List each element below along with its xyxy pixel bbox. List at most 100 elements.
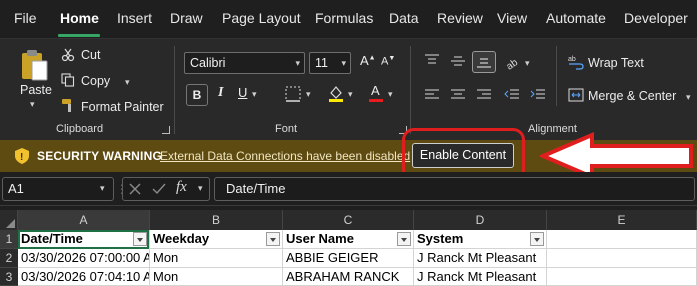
- align-top-icon[interactable]: [424, 54, 440, 68]
- enter-check-icon[interactable]: [152, 182, 166, 196]
- wrap-text-button[interactable]: Wrap Text: [588, 56, 644, 70]
- tab-view[interactable]: View: [497, 10, 527, 26]
- scissors-icon[interactable]: [61, 48, 75, 62]
- font-size-value: 11: [315, 56, 328, 70]
- decrease-font-size-icon[interactable]: A▼: [381, 55, 395, 68]
- format-painter-button[interactable]: Format Painter: [81, 100, 164, 114]
- table-cell[interactable]: ABRAHAM RANCK: [283, 268, 414, 286]
- paste-chevron-down-icon[interactable]: ▾: [30, 99, 35, 110]
- column-header-d[interactable]: D: [414, 210, 547, 230]
- svg-text:ab: ab: [505, 57, 521, 70]
- security-warning-link[interactable]: External Data Connections have been disa…: [160, 149, 410, 163]
- row-header-3[interactable]: 3: [0, 268, 18, 286]
- ribbon-separator: [174, 46, 175, 134]
- copy-button[interactable]: Copy: [81, 74, 110, 88]
- merge-center-chevron-down-icon[interactable]: ▾: [686, 92, 691, 103]
- font-size-combo[interactable]: 11 ▾: [309, 52, 351, 74]
- tab-review[interactable]: Review: [437, 10, 483, 26]
- row-header-2[interactable]: 2: [0, 249, 18, 268]
- font-color-icon[interactable]: A: [371, 83, 380, 98]
- align-left-icon[interactable]: [424, 88, 440, 102]
- table-cell[interactable]: 03/30/2026 07:04:10 A: [18, 268, 150, 286]
- menu-bar: File Home Insert Draw Page Layout Formul…: [0, 0, 697, 38]
- borders-chevron-down-icon[interactable]: ▾: [306, 89, 311, 100]
- row-header-1[interactable]: 1: [0, 230, 18, 249]
- cut-button[interactable]: Cut: [81, 48, 100, 62]
- column-header-e[interactable]: E: [547, 210, 697, 230]
- selected-cell-outline: [18, 230, 149, 249]
- insert-function-icon[interactable]: fx: [176, 179, 187, 196]
- underline-chevron-down-icon[interactable]: ▾: [252, 89, 257, 100]
- paste-icon[interactable]: [20, 48, 50, 82]
- tab-developer[interactable]: Developer: [624, 10, 688, 26]
- copy-chevron-down-icon[interactable]: ▾: [125, 77, 130, 88]
- font-name-combo[interactable]: Calibri ▾: [184, 52, 305, 74]
- align-center-icon[interactable]: [450, 88, 466, 102]
- empty-cell[interactable]: [547, 268, 697, 286]
- table-cell[interactable]: ABBIE GEIGER: [283, 249, 414, 268]
- align-bottom-button[interactable]: [472, 51, 496, 73]
- active-tab-indicator: [58, 34, 100, 37]
- formula-input[interactable]: [214, 177, 695, 201]
- fill-color-icon[interactable]: [327, 84, 345, 102]
- name-box-value: A1: [8, 181, 24, 196]
- borders-icon[interactable]: [285, 86, 303, 102]
- column-header-a[interactable]: A: [18, 210, 150, 230]
- format-painter-icon[interactable]: [61, 98, 76, 113]
- merge-center-button[interactable]: Merge & Center: [588, 89, 676, 103]
- font-color-swatch: [369, 99, 383, 102]
- increase-font-size-icon[interactable]: A▲: [360, 53, 376, 68]
- increase-indent-icon[interactable]: [530, 88, 546, 102]
- tab-insert[interactable]: Insert: [117, 10, 152, 26]
- decrease-indent-icon[interactable]: [504, 88, 520, 102]
- tab-automate[interactable]: Automate: [546, 10, 606, 26]
- merge-center-icon[interactable]: [568, 88, 584, 102]
- security-warning-title: SECURITY WARNING: [37, 149, 162, 163]
- table-header-cell[interactable]: Weekday: [150, 230, 283, 249]
- tab-file[interactable]: File: [14, 10, 37, 26]
- align-middle-icon[interactable]: [450, 54, 466, 68]
- copy-icon[interactable]: [61, 73, 75, 87]
- column-header-b[interactable]: B: [150, 210, 283, 230]
- tab-data[interactable]: Data: [389, 10, 419, 26]
- font-color-chevron-down-icon[interactable]: ▾: [388, 89, 393, 100]
- table-header-cell[interactable]: User Name: [283, 230, 414, 249]
- table-cell[interactable]: J Ranck Mt Pleasant: [414, 268, 547, 286]
- filter-dropdown-icon[interactable]: [397, 232, 411, 246]
- orientation-icon[interactable]: ab: [504, 54, 522, 70]
- tab-page-layout[interactable]: Page Layout: [222, 10, 301, 26]
- select-all-button[interactable]: [0, 210, 18, 230]
- fx-chevron-down-icon[interactable]: ▾: [198, 183, 203, 194]
- shield-icon: !: [15, 148, 29, 164]
- filter-dropdown-icon[interactable]: [530, 232, 544, 246]
- chevron-down-icon[interactable]: ▾: [341, 58, 346, 69]
- formula-input-value: Date/Time: [226, 181, 286, 196]
- tab-draw[interactable]: Draw: [170, 10, 203, 26]
- table-cell[interactable]: 03/30/2026 07:00:00 A: [18, 249, 150, 268]
- orientation-chevron-down-icon[interactable]: ▾: [525, 58, 530, 69]
- tab-home[interactable]: Home: [60, 10, 99, 26]
- clipboard-dialog-launcher-icon[interactable]: [162, 126, 170, 134]
- chevron-down-icon[interactable]: ▾: [295, 58, 300, 69]
- table-header-cell[interactable]: System: [414, 230, 547, 249]
- align-bottom-icon: [477, 58, 491, 68]
- filter-dropdown-icon[interactable]: [266, 232, 280, 246]
- table-cell[interactable]: Mon: [150, 249, 283, 268]
- italic-icon[interactable]: I: [218, 85, 223, 101]
- wrap-text-icon[interactable]: ab: [568, 54, 584, 70]
- paste-label[interactable]: Paste: [20, 83, 52, 97]
- name-box-chevron-down-icon[interactable]: ▾: [100, 183, 105, 194]
- underline-icon[interactable]: U: [238, 85, 247, 100]
- column-header-c[interactable]: C: [283, 210, 414, 230]
- bold-button[interactable]: B: [186, 84, 208, 106]
- align-right-icon[interactable]: [476, 88, 492, 102]
- fill-color-chevron-down-icon[interactable]: ▾: [348, 89, 353, 100]
- svg-text:ab: ab: [568, 56, 576, 63]
- tab-formulas[interactable]: Formulas: [315, 10, 373, 26]
- cancel-icon[interactable]: [128, 182, 142, 196]
- empty-cell[interactable]: [547, 249, 697, 268]
- table-cell[interactable]: J Ranck Mt Pleasant: [414, 249, 547, 268]
- empty-cell[interactable]: [547, 230, 697, 249]
- table-cell[interactable]: Mon: [150, 268, 283, 286]
- font-name-value: Calibri: [190, 56, 226, 70]
